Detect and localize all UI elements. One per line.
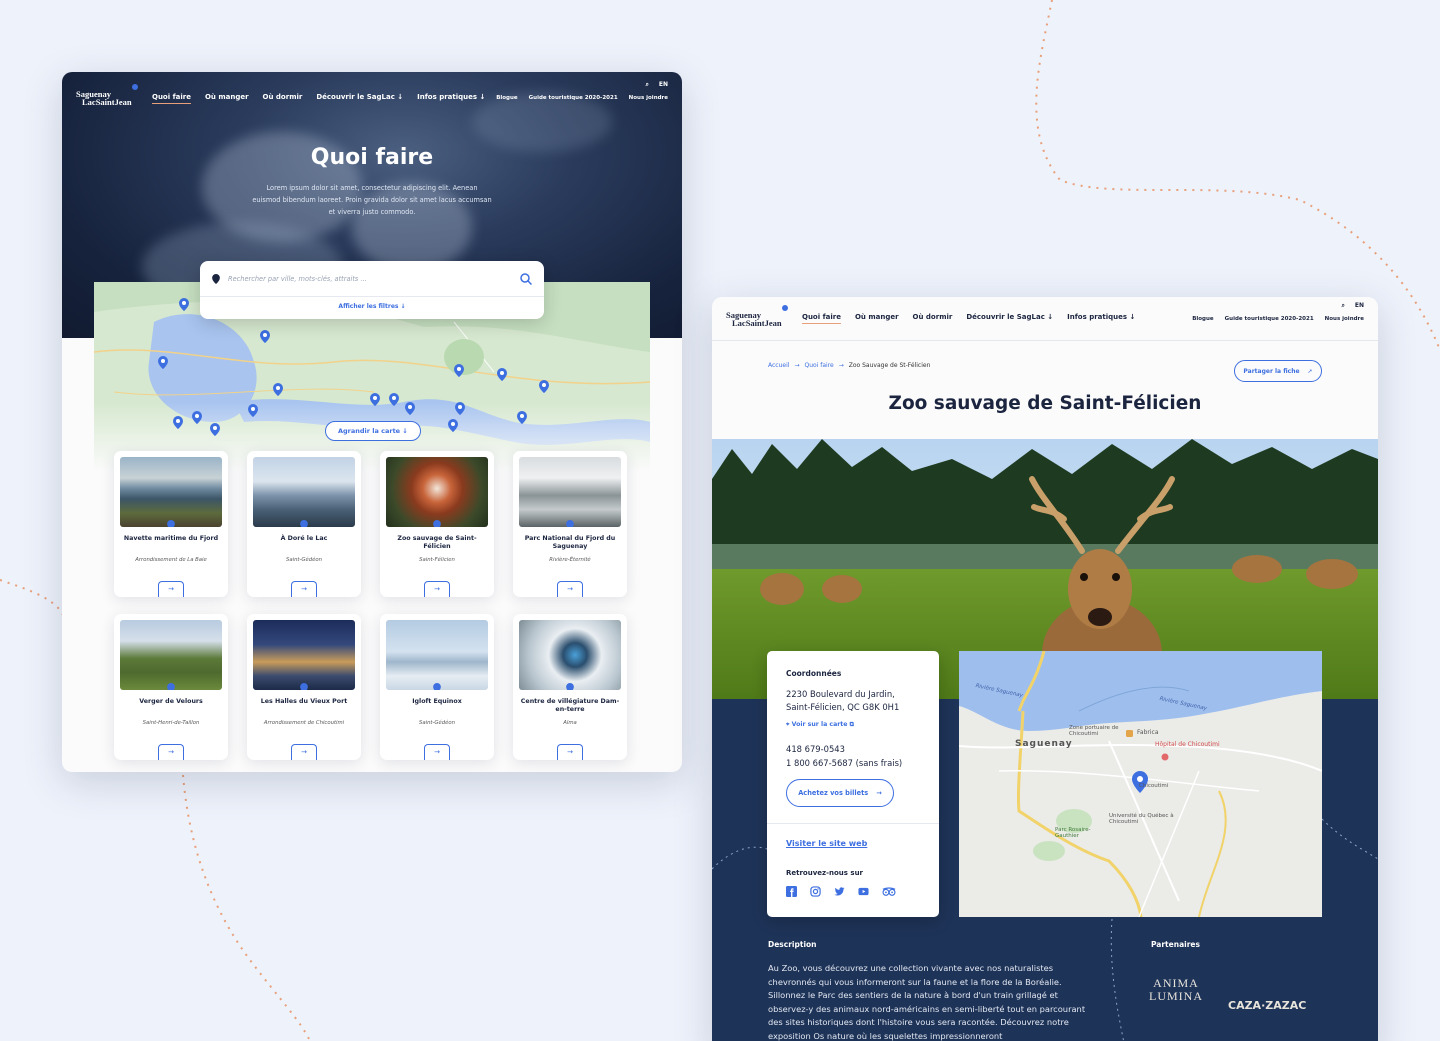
list-item[interactable]: Parc National du Fjord du Saguenay Riviè…: [513, 451, 627, 597]
card-location: Arrondissement de Chicoutimi: [263, 720, 345, 726]
search-icon[interactable]: ⌕: [1342, 302, 1345, 310]
arrow-right-icon: →: [876, 789, 882, 797]
view-on-map-link[interactable]: ⌖ Voir sur la carte ⧉: [786, 721, 854, 729]
card-title: Igloft Equinox: [412, 698, 462, 705]
twitter-icon[interactable]: [834, 886, 845, 897]
location-map[interactable]: Saguenay Rivière Saguenay Rivière Saguen…: [959, 651, 1322, 917]
listing-page-screenshot: Quoi faire Lorem ipsum dolor sit amet, c…: [62, 72, 682, 772]
location-pin-icon: [212, 273, 220, 284]
card-location: Saint-Félicien: [419, 557, 455, 563]
card-title: Centre de villégiature Dam-en-terre: [520, 698, 620, 713]
card-arrow-button[interactable]: →: [291, 581, 317, 597]
page-title: Zoo sauvage de Saint-Félicien: [888, 393, 1202, 414]
card-photo: [253, 457, 355, 527]
card-title: Verger de Velours: [139, 698, 203, 705]
card-title: Zoo sauvage de Saint-Félicien: [397, 535, 477, 550]
card-arrow-button[interactable]: →: [291, 744, 317, 760]
card-title: À Doré le Lac: [280, 535, 328, 542]
show-filters-link[interactable]: Afficher les filtres ↓: [200, 303, 544, 310]
contact-card: Coordonnées 2230 Boulevard du Jardin, Sai…: [767, 651, 939, 917]
location-pin-icon: ⌖: [786, 721, 790, 728]
card-photo: [386, 620, 488, 690]
facebook-icon[interactable]: [786, 886, 797, 897]
list-item[interactable]: Les Halles du Vieux Port Arrondissement …: [247, 614, 361, 760]
card-photo: [253, 620, 355, 690]
card-photo: [120, 457, 222, 527]
enlarge-map-button[interactable]: Agrandir la carte ↓: [325, 421, 421, 441]
lang-toggle[interactable]: EN: [1355, 302, 1364, 310]
nav-guide[interactable]: Guide touristique 2020-2021: [1225, 316, 1314, 322]
search-input[interactable]: Rechercher par ville, mots-clés, attrait…: [200, 261, 544, 297]
map-label-saguenay: Saguenay: [1015, 739, 1073, 749]
website-link[interactable]: Visiter le site web: [786, 839, 867, 848]
partners-heading: Partenaires: [1151, 940, 1200, 949]
share-button[interactable]: Partager la fiche ➚: [1234, 360, 1322, 382]
list-item[interactable]: Navette maritime du Fjord Arrondissement…: [114, 451, 228, 597]
detail-page-screenshot: Saguenay LacSaintJean Quoi faire Où mange…: [712, 297, 1378, 1041]
search-box: Rechercher par ville, mots-clés, attrait…: [200, 261, 544, 319]
card-location: Rivière-Éternité: [549, 557, 591, 563]
address: 2230 Boulevard du Jardin, Saint-Félicien,…: [786, 689, 900, 712]
card-arrow-button[interactable]: →: [424, 581, 450, 597]
nav-ou-manger[interactable]: Où manger: [855, 313, 899, 324]
card-location: Saint-Gédéon: [418, 720, 455, 726]
card-location: Arrondissement de La Baie: [135, 557, 207, 563]
card-title: Les Halles du Vieux Port: [260, 698, 348, 705]
phone-numbers: 418 679-0543 1 800 667-5687 (sans frais): [786, 744, 903, 768]
buy-tickets-button[interactable]: Achetez vos billets →: [786, 779, 894, 807]
breadcrumb: Accueil → Quoi faire → Zoo Sauvage de St…: [768, 362, 931, 369]
description-heading: Description: [768, 940, 817, 949]
share-arrow-icon: ➚: [1307, 367, 1313, 375]
nav-blogue[interactable]: Blogue: [1192, 316, 1213, 322]
search-icon[interactable]: [520, 272, 532, 285]
description-text: Au Zoo, vous découvrez une collection vi…: [768, 963, 1086, 1041]
card-title: Navette maritime du Fjord: [123, 535, 219, 542]
youtube-icon[interactable]: [858, 886, 869, 897]
list-item[interactable]: Verger de Velours Saint-Henri-de-Taillon…: [114, 614, 228, 760]
card-photo: [386, 457, 488, 527]
nav-infos[interactable]: Infos pratiques ↓: [1067, 313, 1135, 324]
list-item[interactable]: Centre de villégiature Dam-en-terre Alma…: [513, 614, 627, 760]
instagram-icon[interactable]: [810, 886, 821, 897]
list-item[interactable]: Zoo sauvage de Saint-Félicien Saint-Féli…: [380, 451, 494, 597]
breadcrumb-current: Zoo Sauvage de St-Félicien: [848, 362, 931, 369]
card-arrow-button[interactable]: →: [158, 581, 184, 597]
nav-decouvrir[interactable]: Découvrir le SagLac ↓: [966, 313, 1053, 324]
nav-ou-dormir[interactable]: Où dormir: [913, 313, 953, 324]
tripadvisor-icon[interactable]: [882, 886, 896, 897]
nav-quoi-faire[interactable]: Quoi faire: [802, 313, 841, 324]
top-nav: Saguenay LacSaintJean Quoi faire Où mange…: [712, 297, 1378, 341]
card-location: Saint-Henri-de-Taillon: [142, 720, 200, 726]
card-location: Saint-Gédéon: [285, 557, 322, 563]
breadcrumb-home[interactable]: Accueil: [768, 362, 789, 369]
list-item[interactable]: Igloft Equinox Saint-Gédéon →: [380, 614, 494, 760]
brand-logo[interactable]: Saguenay LacSaintJean: [726, 304, 790, 327]
list-item[interactable]: À Doré le Lac Saint-Gédéon →: [247, 451, 361, 597]
partner-logo-cazazac[interactable]: CAZA·ZAZAC: [1228, 999, 1306, 1012]
card-arrow-button[interactable]: →: [424, 744, 450, 760]
card-photo: [120, 620, 222, 690]
card-arrow-button[interactable]: →: [557, 581, 583, 597]
card-title: Parc National du Fjord du Saguenay: [524, 535, 616, 550]
coords-heading: Coordonnées: [786, 669, 842, 678]
breadcrumb-quoi-faire[interactable]: Quoi faire: [804, 362, 833, 369]
card-arrow-button[interactable]: →: [557, 744, 583, 760]
card-location: Alma: [563, 720, 577, 726]
card-arrow-button[interactable]: →: [158, 744, 184, 760]
card-photo: [519, 620, 621, 690]
card-photo: [519, 457, 621, 527]
social-heading: Retrouvez-nous sur: [786, 869, 863, 877]
partner-logo-anima-lumina[interactable]: ANIMA LUMINA: [1146, 977, 1206, 1003]
nav-contact[interactable]: Nous joindre: [1325, 316, 1364, 322]
